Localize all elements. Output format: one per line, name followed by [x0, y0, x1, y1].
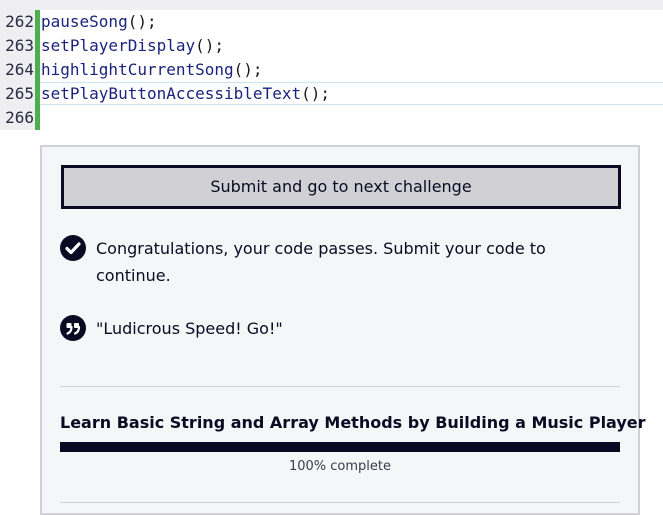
code-line[interactable]: 265 setPlayButtonAccessibleText(); [0, 82, 663, 106]
code-text[interactable]: setPlayerDisplay(); [41, 34, 224, 58]
course-title: Learn Basic String and Array Methods by … [60, 413, 646, 432]
code-text[interactable]: pauseSong(); [41, 10, 157, 34]
code-line[interactable]: 262 pauseSong(); [0, 10, 663, 34]
submit-next-challenge-button[interactable]: Submit and go to next challenge [61, 165, 621, 209]
check-circle-icon [60, 235, 86, 261]
code-text[interactable]: setPlayButtonAccessibleText(); [41, 82, 330, 106]
quote-text: "Ludicrous Speed! Go!" [96, 319, 283, 338]
line-number: 266 [5, 108, 34, 127]
code-punctuation: (); [233, 60, 263, 79]
success-message-text: Congratulations, your code passes. Submi… [96, 239, 546, 285]
changed-line-marker [35, 106, 40, 130]
code-identifier: highlightCurrentSong [41, 60, 234, 79]
code-identifier: setPlayButtonAccessibleText [41, 84, 302, 103]
changed-line-marker [35, 82, 40, 106]
changed-line-marker [35, 34, 40, 58]
progress-label: 100% complete [288, 459, 392, 474]
line-number: 263 [5, 36, 34, 55]
code-line[interactable]: 263 setPlayerDisplay(); [0, 34, 663, 58]
line-number: 265 [5, 84, 34, 103]
code-line[interactable]: 264 highlightCurrentSong(); [0, 58, 663, 82]
test-results-panel: Submit and go to next challenge Congratu… [40, 145, 646, 515]
line-number: 262 [5, 12, 34, 31]
divider [60, 386, 620, 387]
course-progress-fill [60, 442, 620, 452]
line-number: 264 [5, 60, 34, 79]
code-punctuation: (); [127, 12, 157, 31]
divider [60, 502, 620, 503]
code-punctuation: (); [195, 36, 225, 55]
code-text[interactable]: highlightCurrentSong(); [41, 58, 263, 82]
code-identifier: pauseSong [41, 12, 128, 31]
quote-icon [60, 315, 86, 341]
code-editor[interactable]: 262 pauseSong(); 263 setPlayerDisplay();… [0, 0, 663, 130]
changed-line-marker [35, 58, 40, 82]
code-punctuation: (); [301, 84, 330, 103]
code-identifier: setPlayerDisplay [41, 36, 196, 55]
course-progress-bar [60, 442, 620, 452]
changed-line-marker [35, 10, 40, 34]
code-line[interactable]: 266 [0, 106, 663, 130]
